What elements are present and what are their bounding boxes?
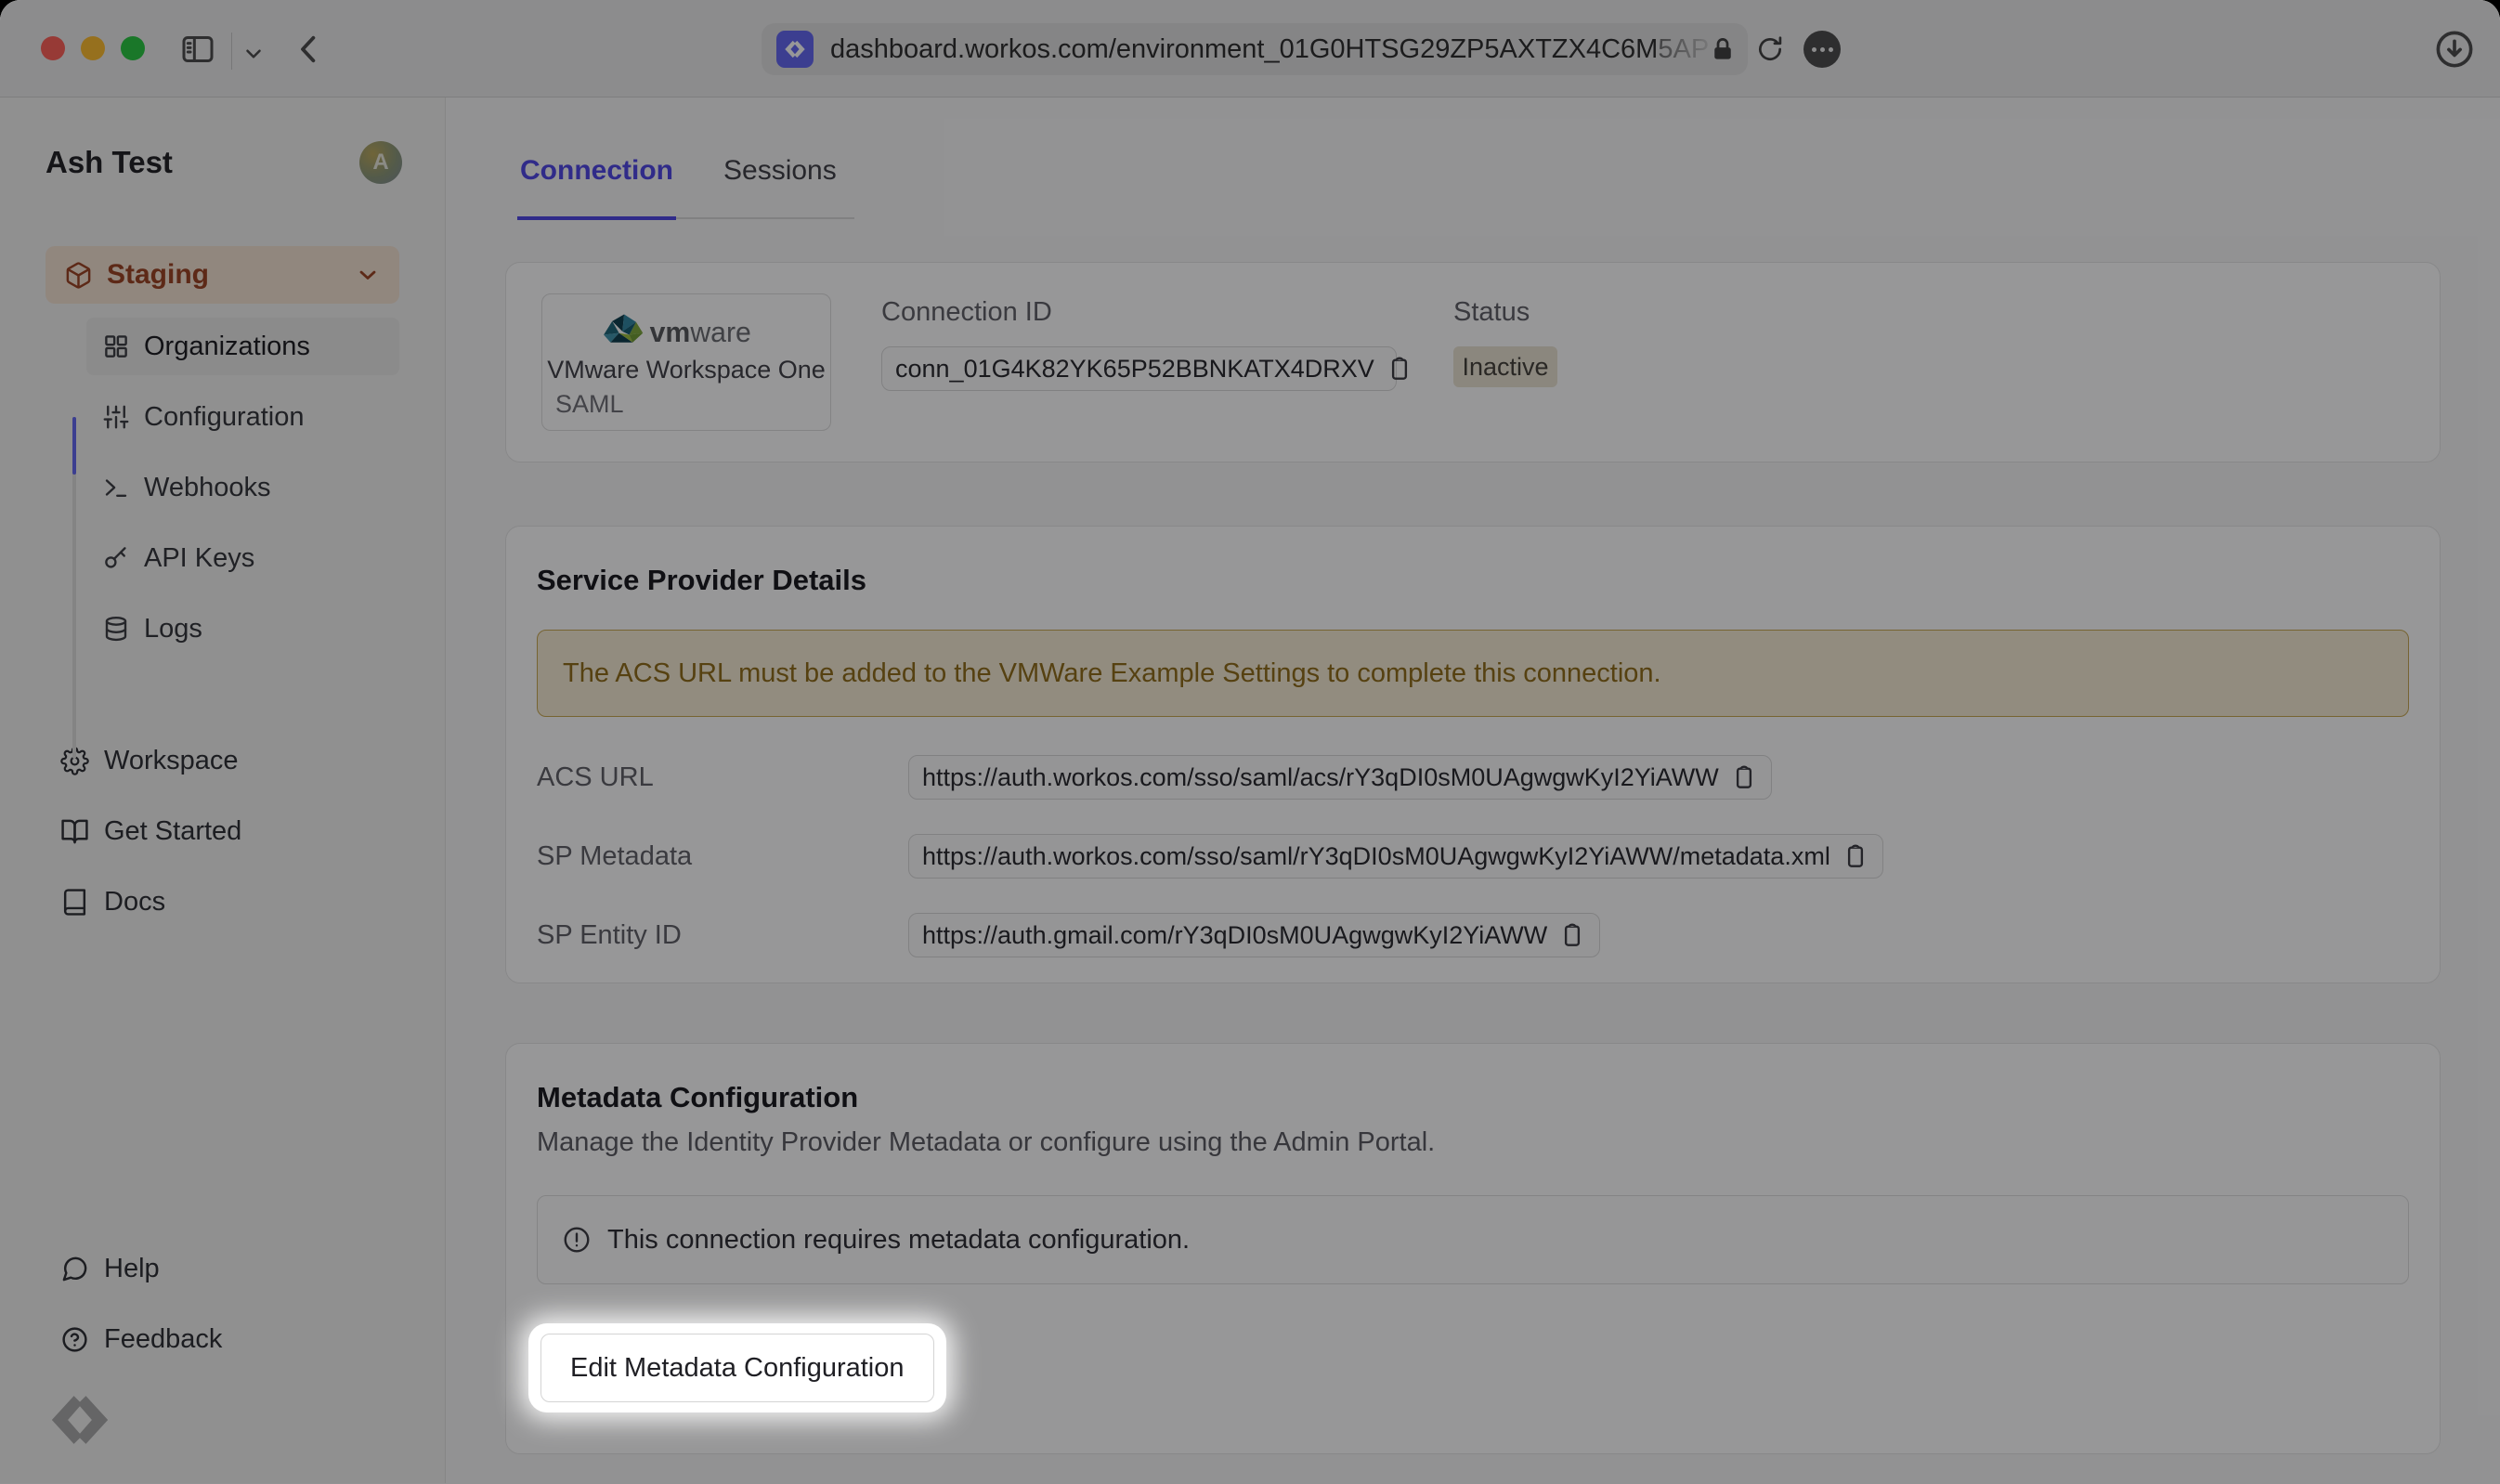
copy-icon[interactable] [1558, 921, 1586, 949]
sidebar-item-label: Workspace [104, 746, 239, 776]
sidebar-item-label: Docs [104, 887, 165, 918]
copy-icon[interactable] [1730, 763, 1758, 791]
avatar[interactable]: A [359, 141, 402, 184]
tab-connection[interactable]: Connection [517, 155, 676, 220]
minimize-window-button[interactable] [81, 36, 105, 60]
status-label: Status [1453, 297, 1557, 328]
sidebar-item-label: Help [104, 1254, 160, 1284]
chat-icon [60, 1255, 89, 1283]
acs-url-value: https://auth.workos.com/sso/saml/acs/rY3… [908, 755, 1772, 800]
sp-metadata-label: SP Metadata [537, 841, 908, 872]
sidebar-item-docs[interactable]: Docs [46, 873, 399, 931]
sidebar-item-get-started[interactable]: Get Started [46, 802, 399, 860]
environment-label: Staging [107, 259, 209, 291]
workos-logo-icon [46, 1394, 445, 1446]
grid-icon [102, 332, 130, 360]
sidebar-item-label: Configuration [144, 402, 305, 433]
sidebar-item-label: Logs [144, 614, 202, 644]
sp-entity-id-value: https://auth.gmail.com/rY3qDI0sM0UAgwgwK… [908, 913, 1600, 957]
section-title: Service Provider Details [537, 564, 2409, 597]
provider-logo-card: vmware VMware Workspace One SAML [541, 293, 831, 431]
sidebar-item-label: Webhooks [144, 473, 271, 503]
terminal-icon [102, 474, 130, 501]
close-window-button[interactable] [41, 36, 65, 60]
connection-protocol: SAML [555, 390, 624, 419]
sidebar-item-webhooks[interactable]: Webhooks [86, 459, 399, 516]
sidebar-toggle-icon[interactable] [179, 31, 216, 68]
svg-text:vmware: vmware [650, 318, 751, 348]
sp-metadata-value: https://auth.workos.com/sso/saml/rY3qDI0… [908, 834, 1883, 879]
status-field: Status Inactive [1453, 293, 1557, 431]
sp-entity-id-label: SP Entity ID [537, 920, 908, 951]
browser-window: dashboard.workos.com/environment_01G0HTS… [0, 0, 2500, 1484]
downloads-icon[interactable] [2433, 28, 2476, 71]
toolbar-divider [231, 33, 232, 70]
url-text: dashboard.workos.com/environment_01G0HTS… [830, 34, 1709, 65]
copy-icon[interactable] [1386, 355, 1413, 383]
notice-text: This connection requires metadata config… [607, 1225, 1190, 1256]
sp-metadata-row: SP Metadata https://auth.workos.com/sso/… [537, 834, 2409, 879]
metadata-notice: This connection requires metadata config… [537, 1195, 2409, 1284]
section-title: Metadata Configuration [537, 1081, 2409, 1114]
sidebar-item-api-keys[interactable]: API Keys [86, 529, 399, 587]
connection-id-field: Connection ID conn_01G4K82YK65P52BBNKATX… [881, 293, 1397, 431]
book-icon [60, 888, 89, 917]
warning-banner: The ACS URL must be added to the VMWare … [537, 630, 2409, 717]
browser-toolbar: dashboard.workos.com/environment_01G0HTS… [0, 0, 2500, 98]
url-fade-text: 5AP [1658, 34, 1709, 64]
provider-name: VMware Workspace One [547, 356, 826, 384]
page-settings-icon[interactable] [1803, 31, 1841, 68]
connection-summary-card: vmware VMware Workspace One SAML Connect… [505, 262, 2441, 462]
sliders-icon [102, 403, 130, 431]
status-badge: Inactive [1453, 346, 1557, 387]
sidebar: Ash Test A Staging Organizations [0, 98, 446, 1483]
workos-favicon-icon [776, 31, 814, 68]
sidebar-item-workspace[interactable]: Workspace [46, 732, 399, 789]
sidebar-item-organizations[interactable]: Organizations [86, 318, 399, 375]
edit-metadata-configuration-button[interactable]: Edit Metadata Configuration [540, 1334, 934, 1402]
connection-id-label: Connection ID [881, 297, 1397, 328]
chevron-down-icon[interactable] [241, 42, 266, 66]
nav-rail [72, 417, 76, 759]
back-icon[interactable] [290, 30, 329, 69]
chevron-down-icon [355, 262, 381, 288]
acs-url-row: ACS URL https://auth.workos.com/sso/saml… [537, 755, 2409, 800]
workspace-name: Ash Test [46, 145, 173, 180]
vmware-logo-icon: vmware [593, 309, 779, 350]
lock-icon [1709, 35, 1737, 63]
tab-sessions[interactable]: Sessions [721, 155, 840, 217]
copy-icon[interactable] [1842, 842, 1869, 870]
cube-icon [64, 261, 93, 290]
sidebar-item-help[interactable]: Help [46, 1240, 399, 1297]
connection-id-value: conn_01G4K82YK65P52BBNKATX4DRXV [881, 346, 1397, 391]
metadata-configuration-card: Metadata Configuration Manage the Identi… [505, 1043, 2441, 1454]
book-open-icon [60, 817, 89, 846]
acs-url-label: ACS URL [537, 762, 908, 793]
traffic-lights [41, 36, 145, 60]
sidebar-item-label: Feedback [104, 1324, 222, 1355]
database-icon [102, 615, 130, 643]
sidebar-item-label: Organizations [144, 332, 310, 362]
zoom-window-button[interactable] [121, 36, 145, 60]
section-description: Manage the Identity Provider Metadata or… [537, 1127, 2409, 1158]
sidebar-item-feedback[interactable]: Feedback [46, 1310, 399, 1368]
address-bar[interactable]: dashboard.workos.com/environment_01G0HTS… [762, 23, 1748, 75]
sp-entity-id-row: SP Entity ID https://auth.gmail.com/rY3q… [537, 913, 2409, 957]
sidebar-item-logs[interactable]: Logs [86, 600, 399, 657]
main-content: Connection Sessions v [446, 98, 2500, 1483]
tab-bar: Connection Sessions [517, 155, 854, 219]
tutorial-highlight: Edit Metadata Configuration [528, 1323, 946, 1412]
question-icon [60, 1325, 89, 1354]
sidebar-item-label: Get Started [104, 816, 241, 847]
sidebar-item-configuration[interactable]: Configuration [86, 388, 399, 446]
sidebar-item-label: API Keys [144, 543, 254, 574]
environment-selector[interactable]: Staging [46, 246, 399, 304]
service-provider-details-card: Service Provider Details The ACS URL mus… [505, 526, 2441, 983]
reload-icon[interactable] [1755, 34, 1785, 64]
alert-icon [562, 1225, 592, 1255]
key-icon [102, 544, 130, 572]
